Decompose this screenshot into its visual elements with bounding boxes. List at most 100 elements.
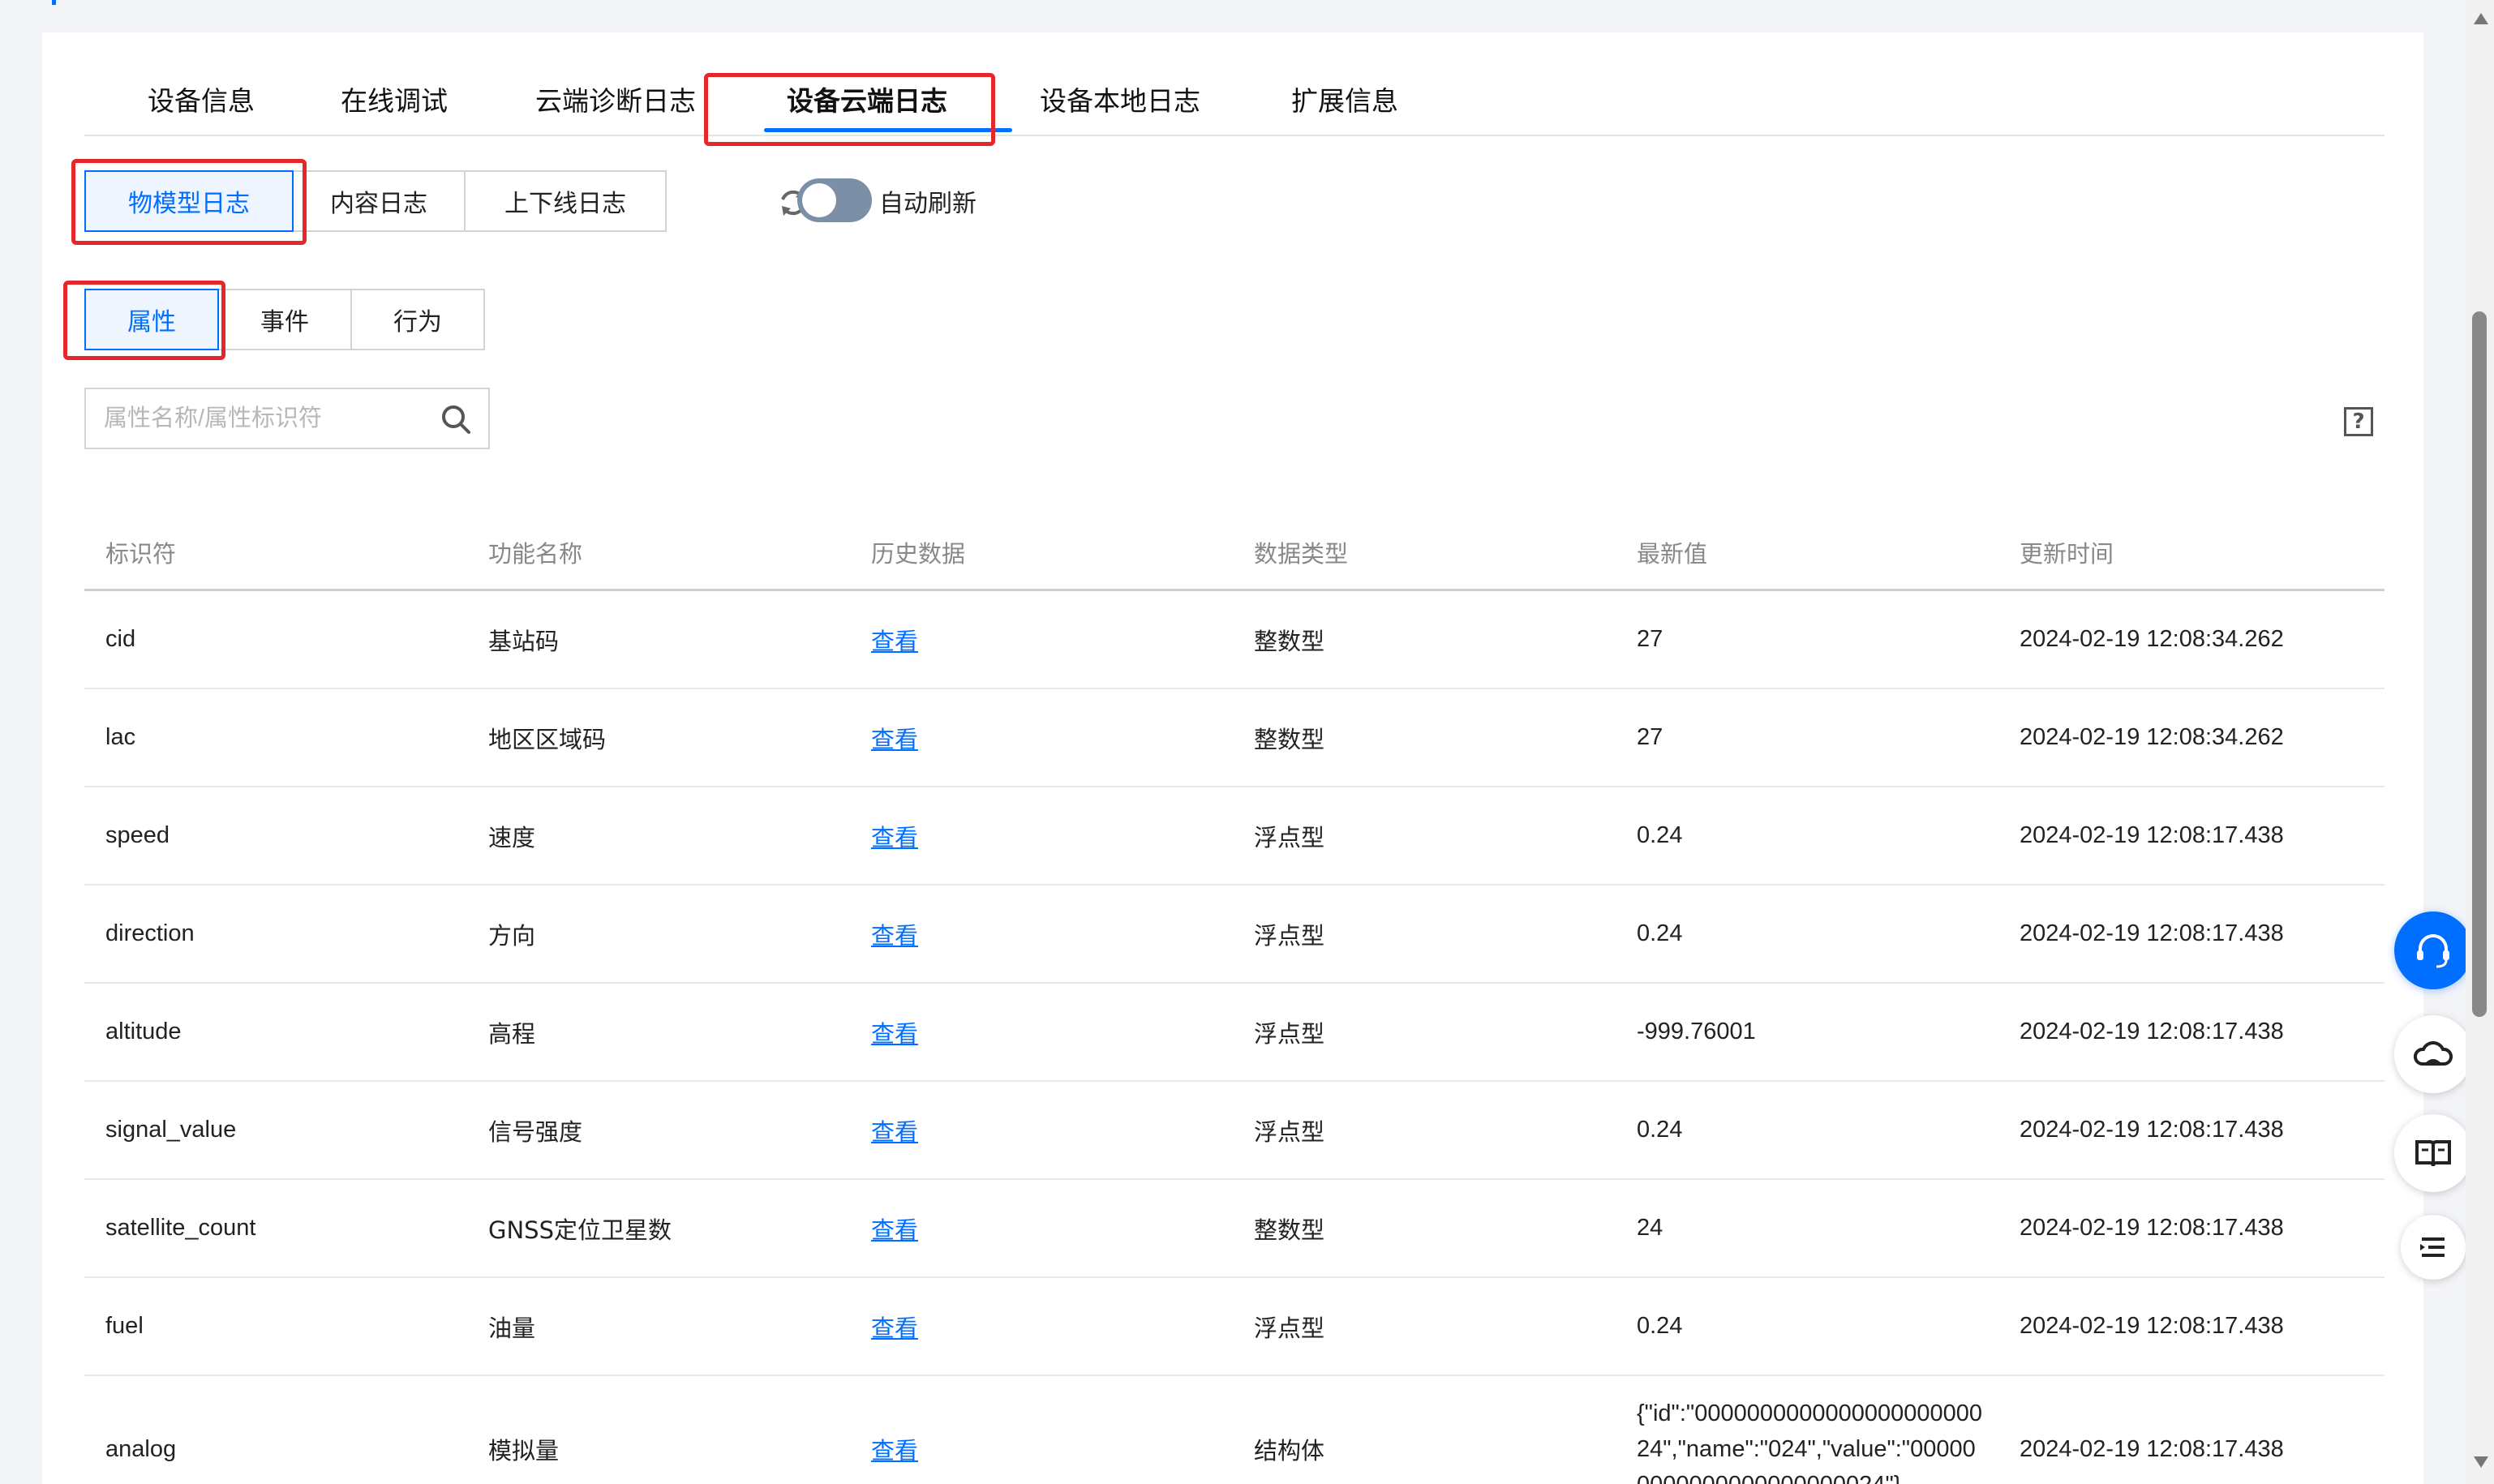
cell-function-name: 方向 — [488, 921, 536, 950]
vertical-scrollbar[interactable] — [2466, 0, 2494, 1484]
highlight-box-tab — [704, 73, 995, 146]
cell-function-name: 速度 — [488, 823, 536, 851]
search-icon[interactable] — [440, 403, 472, 435]
header-data-type: 数据类型 — [1254, 540, 1349, 568]
cloud-icon — [2414, 1041, 2453, 1066]
header-identifier: 标识符 — [105, 540, 177, 568]
log-type-content-button[interactable]: 内容日志 — [292, 170, 466, 232]
table-row: lac 地区区域码 查看 整数型 27 2024-02-19 12:08:34.… — [84, 689, 2385, 787]
cell-identifier: altitude — [105, 1019, 182, 1044]
main-panel: 设备信息 在线调试 云端诊断日志 设备云端日志 设备本地日志 扩展信息 物模型日… — [42, 32, 2423, 1484]
cell-identifier: cid — [105, 626, 136, 652]
table-row: analog 模拟量 查看 结构体 {"id":"000000000000000… — [84, 1376, 2385, 1484]
cell-identifier: direction — [105, 920, 195, 946]
cell-identifier: speed — [105, 822, 170, 848]
cell-function-name: 地区区域码 — [488, 725, 607, 753]
cell-identifier: signal_value — [105, 1117, 237, 1143]
table-row: altitude 高程 查看 浮点型 -999.76001 2024-02-19… — [84, 984, 2385, 1082]
cell-identifier: lac — [105, 724, 136, 750]
cell-latest-value: -999.76001 — [1637, 1019, 1756, 1044]
header-update-time: 更新时间 — [2020, 540, 2114, 568]
help-icon[interactable]: ? — [2344, 407, 2373, 436]
book-icon — [2415, 1140, 2451, 1167]
cell-identifier: fuel — [105, 1313, 144, 1339]
property-search — [84, 388, 490, 449]
auto-refresh-label: 自动刷新 — [879, 190, 977, 218]
cell-update-time: 2024-02-19 12:08:17.438 — [2020, 1117, 2284, 1143]
table-header: 标识符 功能名称 历史数据 数据类型 最新值 更新时间 — [84, 487, 2385, 591]
top-accent-mark — [52, 0, 56, 5]
search-input[interactable] — [104, 389, 428, 448]
list-icon — [2420, 1237, 2445, 1257]
log-type-online-offline-button[interactable]: 上下线日志 — [464, 170, 667, 232]
cell-update-time: 2024-02-19 12:08:17.438 — [2020, 1435, 2284, 1462]
table-row: fuel 油量 查看 浮点型 0.24 2024-02-19 12:08:17.… — [84, 1278, 2385, 1376]
scrollbar-thumb[interactable] — [2472, 311, 2487, 1017]
scroll-up-arrow[interactable] — [2474, 13, 2488, 24]
cell-latest-value: 0.24 — [1637, 920, 1683, 946]
cell-latest-value: 0.24 — [1637, 822, 1683, 848]
cell-latest-value: 0.24 — [1637, 1117, 1683, 1143]
cell-data-type: 浮点型 — [1254, 1117, 1325, 1146]
cell-data-type: 整数型 — [1254, 725, 1325, 753]
cell-data-type: 浮点型 — [1254, 1314, 1325, 1342]
cell-update-time: 2024-02-19 12:08:17.438 — [2020, 822, 2284, 848]
cloud-button[interactable] — [2394, 1015, 2472, 1093]
sub-tab-event-button[interactable]: 事件 — [217, 289, 352, 350]
sub-tab-property-button[interactable]: 属性 — [84, 289, 219, 350]
table-row: cid 基站码 查看 整数型 27 2024-02-19 12:08:34.26… — [84, 591, 2385, 689]
view-history-link[interactable]: 查看 — [871, 689, 918, 786]
toggle-knob — [802, 183, 836, 217]
cell-identifier: analog — [105, 1435, 177, 1462]
view-history-link[interactable]: 查看 — [871, 1082, 918, 1178]
cell-data-type: 结构体 — [1254, 1437, 1325, 1465]
auto-refresh-toggle[interactable] — [797, 178, 872, 222]
cell-update-time: 2024-02-19 12:08:34.262 — [2020, 724, 2284, 750]
cell-function-name: 油量 — [488, 1314, 536, 1342]
cell-latest-value: 24 — [1637, 1215, 1663, 1241]
device-tabs: 设备信息 在线调试 云端诊断日志 设备云端日志 设备本地日志 扩展信息 — [84, 32, 2385, 136]
view-history-link[interactable]: 查看 — [871, 984, 918, 1080]
cell-update-time: 2024-02-19 12:08:17.438 — [2020, 1215, 2284, 1241]
cell-latest-value: 27 — [1637, 724, 1663, 750]
cell-function-name: 高程 — [488, 1019, 536, 1048]
cell-identifier: satellite_count — [105, 1215, 256, 1241]
view-history-link[interactable]: 查看 — [871, 1278, 918, 1375]
header-function-name: 功能名称 — [488, 540, 583, 568]
menu-button[interactable] — [2401, 1215, 2466, 1280]
view-history-link[interactable]: 查看 — [871, 787, 918, 884]
table-row: direction 方向 查看 浮点型 0.24 2024-02-19 12:0… — [84, 886, 2385, 984]
cell-function-name: 基站码 — [488, 627, 560, 655]
header-latest-value: 最新值 — [1637, 540, 1708, 568]
headset-icon — [2417, 934, 2449, 968]
cell-data-type: 浮点型 — [1254, 823, 1325, 851]
view-history-link[interactable]: 查看 — [871, 1376, 918, 1484]
header-history: 历史数据 — [871, 540, 966, 568]
view-history-link[interactable]: 查看 — [871, 591, 918, 688]
view-history-link[interactable]: 查看 — [871, 886, 918, 982]
scroll-down-arrow[interactable] — [2474, 1456, 2488, 1468]
tab-online-debug[interactable]: 在线调试 — [341, 79, 448, 118]
tab-cloud-diagnosis-log[interactable]: 云端诊断日志 — [535, 79, 696, 118]
customer-service-button[interactable] — [2394, 911, 2472, 989]
cell-update-time: 2024-02-19 12:08:17.438 — [2020, 1313, 2284, 1339]
cell-data-type: 浮点型 — [1254, 921, 1325, 950]
top-strip — [0, 0, 2449, 31]
tab-device-local-log[interactable]: 设备本地日志 — [1040, 79, 1200, 118]
documentation-button[interactable] — [2394, 1114, 2472, 1192]
table-row: signal_value 信号强度 查看 浮点型 0.24 2024-02-19… — [84, 1082, 2385, 1180]
cell-update-time: 2024-02-19 12:08:17.438 — [2020, 1019, 2284, 1044]
cell-function-name: 信号强度 — [488, 1117, 583, 1146]
tab-device-info[interactable]: 设备信息 — [148, 79, 255, 118]
cell-function-name: GNSS定位卫星数 — [488, 1216, 672, 1244]
cell-function-name: 模拟量 — [488, 1437, 560, 1465]
table-row: speed 速度 查看 浮点型 0.24 2024-02-19 12:08:17… — [84, 787, 2385, 886]
sub-tab-action-button[interactable]: 行为 — [350, 289, 485, 350]
cell-data-type: 整数型 — [1254, 627, 1325, 655]
view-history-link[interactable]: 查看 — [871, 1180, 918, 1276]
sub-tab-selector: 属性 事件 行为 — [84, 289, 485, 350]
cell-data-type: 浮点型 — [1254, 1019, 1325, 1048]
table-row: satellite_count GNSS定位卫星数 查看 整数型 24 2024… — [84, 1180, 2385, 1278]
log-type-model-button[interactable]: 物模型日志 — [84, 170, 294, 232]
tab-extended-info[interactable]: 扩展信息 — [1291, 79, 1398, 118]
